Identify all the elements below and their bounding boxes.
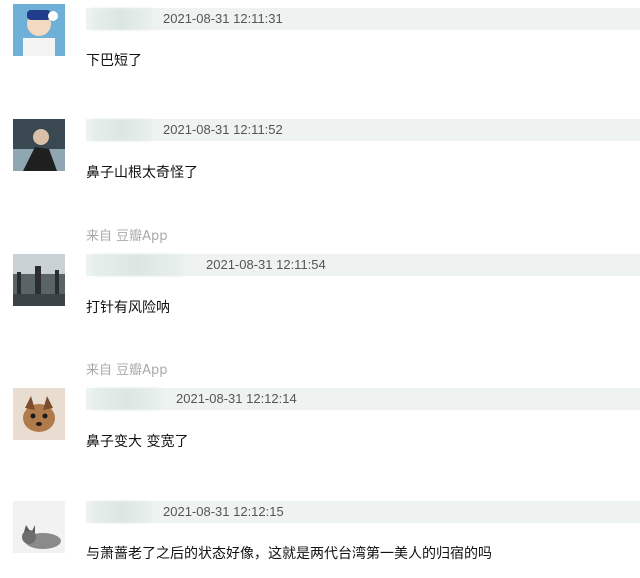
avatar[interactable] (13, 254, 65, 306)
avatar[interactable] (13, 388, 65, 440)
avatar[interactable] (13, 119, 65, 171)
username-blurred[interactable] (92, 119, 152, 141)
timestamp: 2021-08-31 12:12:15 (163, 504, 284, 519)
timestamp: 2021-08-31 12:12:14 (176, 391, 297, 406)
comment-text: 下巴短了 (86, 53, 142, 69)
timestamp: 2021-08-31 12:11:31 (163, 11, 283, 26)
meta-bar (86, 388, 640, 410)
username-blurred[interactable] (92, 501, 152, 523)
comment-text: 与萧蔷老了之后的状态好像，这就是两代台湾第一美人的归宿的吗 (86, 546, 492, 562)
source-label: 来自 豆瓣App (86, 363, 168, 378)
username-blurred[interactable] (92, 254, 184, 276)
comment-text: 鼻子山根太奇怪了 (86, 165, 198, 181)
timestamp: 2021-08-31 12:11:54 (206, 257, 326, 272)
avatar[interactable] (13, 501, 65, 553)
comment-text: 鼻子变大 变宽了 (86, 434, 189, 450)
timestamp: 2021-08-31 12:11:52 (163, 122, 283, 137)
comment-text: 打针有风险呐 (86, 300, 170, 316)
username-blurred[interactable] (92, 8, 152, 30)
avatar[interactable] (13, 4, 65, 56)
source-label: 来自 豆瓣App (86, 229, 168, 244)
username-blurred[interactable] (92, 388, 162, 410)
